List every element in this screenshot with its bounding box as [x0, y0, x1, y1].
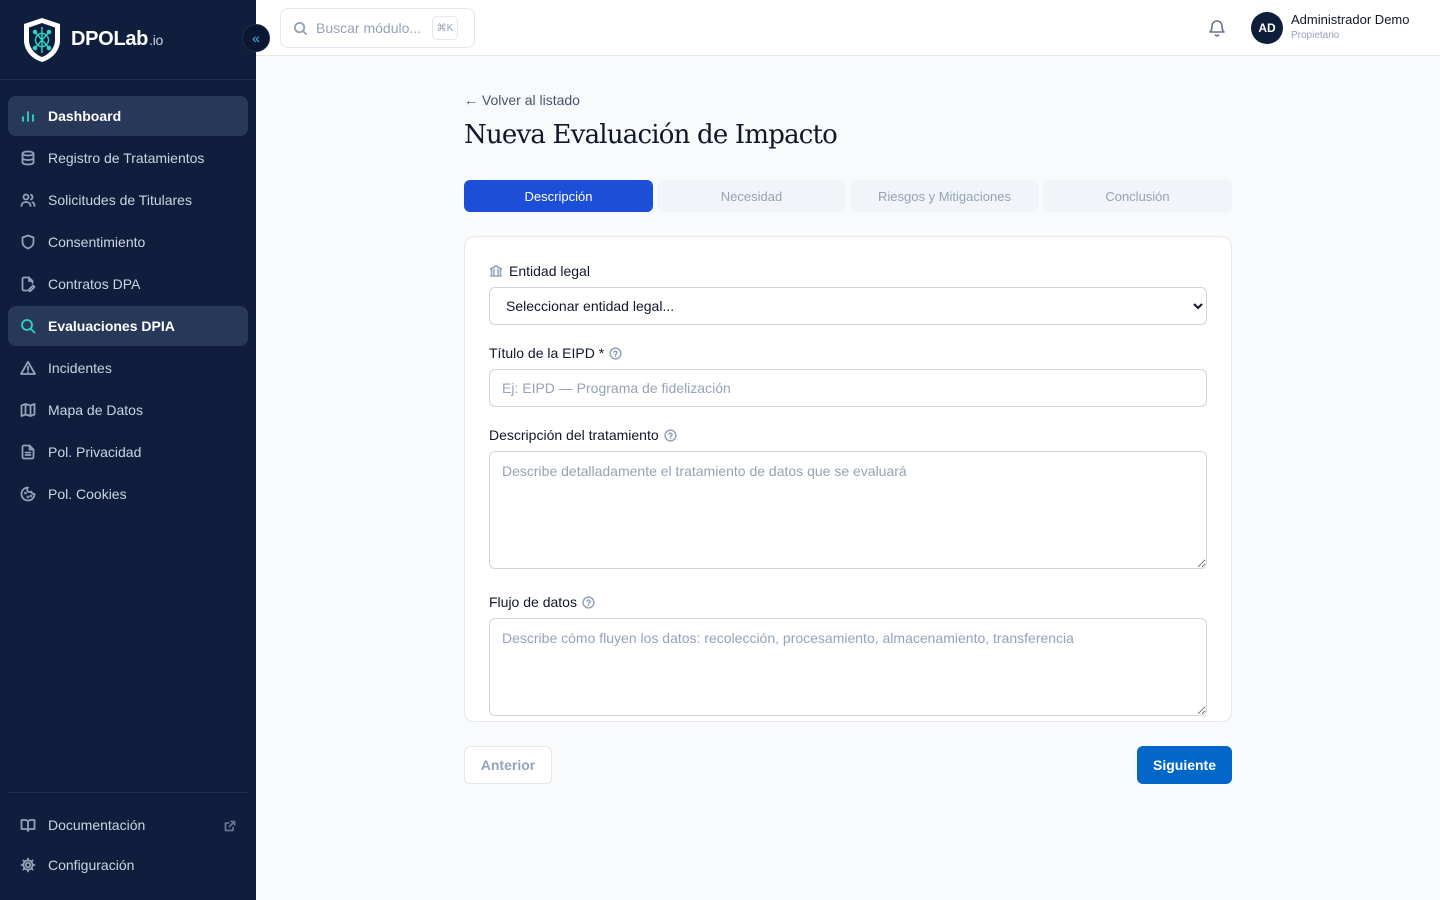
sidebar-item-label: Incidentes — [48, 360, 112, 376]
next-button[interactable]: Siguiente — [1137, 746, 1232, 784]
sidebar-item-contratos-dpa[interactable]: Contratos DPA — [8, 264, 248, 304]
sidebar-item-consentimiento[interactable]: Consentimiento — [8, 222, 248, 262]
sidebar-item-label: Contratos DPA — [48, 276, 141, 292]
sidebar-item-evaluaciones-dpia[interactable]: Evaluaciones DPIA — [8, 306, 248, 346]
search-input[interactable] — [316, 20, 428, 36]
collapse-sidebar-button[interactable]: « — [242, 24, 270, 52]
page-title: Nueva Evaluación de Impacto — [464, 120, 838, 150]
sidebar-item-label: Dashboard — [48, 108, 122, 124]
cookie-icon — [20, 486, 36, 502]
entity-field-group: Entidad legal Seleccionar entidad legal.… — [489, 261, 1207, 325]
sidebar-item-mapa-datos[interactable]: Mapa de Datos — [8, 390, 248, 430]
sidebar-item-configuracion[interactable]: Configuración — [8, 845, 248, 885]
brand[interactable]: DPOLab.io — [0, 0, 256, 80]
sidebar-item-pol-cookies[interactable]: Pol. Cookies — [8, 474, 248, 514]
sidebar-item-label: Evaluaciones DPIA — [48, 318, 175, 334]
wizard-steps: Descripción Necesidad Riesgos y Mitigaci… — [464, 180, 1232, 212]
user-avatar[interactable]: AD — [1251, 12, 1283, 44]
back-to-list-link[interactable]: ← Volver al listado — [464, 92, 580, 108]
sidebar-item-documentacion[interactable]: Documentación — [8, 805, 248, 845]
sidebar-item-label: Mapa de Datos — [48, 402, 143, 418]
top-header: ⌘K AD Administrador Demo Propietario — [256, 0, 1440, 56]
bar-chart-icon — [20, 108, 36, 124]
sidebar: DPOLab.io « Dashboard Registro de Tratam… — [0, 0, 270, 900]
sidebar-nav: Dashboard Registro de Tratamientos Solic… — [0, 80, 256, 514]
gear-icon — [20, 857, 36, 873]
dpia-form-card: Entidad legal Seleccionar entidad legal.… — [464, 236, 1232, 722]
sidebar-item-label: Pol. Privacidad — [48, 444, 142, 460]
sidebar-item-registro-tratamientos[interactable]: Registro de Tratamientos — [8, 138, 248, 178]
description-field-group: Descripción del tratamiento — [489, 425, 1207, 574]
description-label-text: Descripción del tratamiento — [489, 427, 659, 443]
step-riesgos-mitigaciones[interactable]: Riesgos y Mitigaciones — [850, 180, 1039, 212]
users-icon — [20, 192, 36, 208]
external-link-icon — [224, 819, 236, 832]
help-icon[interactable] — [664, 428, 677, 442]
search-box[interactable]: ⌘K — [280, 8, 475, 48]
sidebar-bottom: Documentación Configuración — [8, 792, 248, 885]
title-field-group: Título de la EIPD * — [489, 343, 1207, 407]
description-label: Descripción del tratamiento — [489, 425, 1207, 445]
shield-logo-icon — [24, 17, 60, 62]
sidebar-item-label: Consentimiento — [48, 234, 146, 250]
alert-triangle-icon — [20, 360, 36, 376]
sidebar-item-solicitudes-titulares[interactable]: Solicitudes de Titulares — [8, 180, 248, 220]
help-icon[interactable] — [609, 346, 622, 360]
help-icon[interactable] — [582, 595, 595, 609]
sidebar-item-label: Solicitudes de Titulares — [48, 192, 192, 208]
shield-icon — [20, 234, 36, 250]
flow-label: Flujo de datos — [489, 592, 1207, 612]
step-necesidad[interactable]: Necesidad — [657, 180, 846, 212]
sidebar-item-label: Registro de Tratamientos — [48, 150, 205, 166]
sidebar-item-label: Configuración — [48, 857, 135, 873]
building-icon — [489, 264, 503, 278]
title-input[interactable] — [489, 369, 1207, 407]
description-textarea[interactable] — [489, 451, 1207, 569]
search-icon — [20, 318, 36, 334]
brand-tld: .io — [149, 32, 163, 48]
database-icon — [20, 150, 36, 166]
file-edit-icon — [20, 276, 36, 292]
brand-name: DPOLab.io — [71, 28, 163, 50]
step-descripcion[interactable]: Descripción — [464, 180, 653, 212]
sidebar-item-pol-privacidad[interactable]: Pol. Privacidad — [8, 432, 248, 472]
search-shortcut: ⌘K — [432, 16, 458, 40]
map-icon — [20, 402, 36, 418]
sidebar-item-label: Pol. Cookies — [48, 486, 127, 502]
user-name[interactable]: Administrador Demo — [1291, 12, 1410, 27]
sidebar-item-label: Documentación — [48, 817, 146, 833]
entity-label-text: Entidad legal — [509, 263, 590, 279]
entity-label: Entidad legal — [489, 261, 1207, 281]
sidebar-item-incidentes[interactable]: Incidentes — [8, 348, 248, 388]
title-label: Título de la EIPD * — [489, 343, 1207, 363]
title-label-text: Título de la EIPD * — [489, 345, 605, 361]
search-icon — [293, 21, 308, 35]
user-role: Propietario — [1291, 30, 1340, 41]
step-conclusion[interactable]: Conclusión — [1043, 180, 1232, 212]
notifications-bell-icon[interactable] — [1208, 18, 1226, 38]
entity-select[interactable]: Seleccionar entidad legal... — [489, 287, 1207, 325]
book-open-icon — [20, 817, 36, 833]
previous-button[interactable]: Anterior — [464, 746, 552, 784]
sidebar-item-dashboard[interactable]: Dashboard — [8, 96, 248, 136]
file-text-icon — [20, 444, 36, 460]
flow-field-group: Flujo de datos — [489, 592, 1207, 721]
flow-label-text: Flujo de datos — [489, 594, 577, 610]
flow-textarea[interactable] — [489, 618, 1207, 716]
